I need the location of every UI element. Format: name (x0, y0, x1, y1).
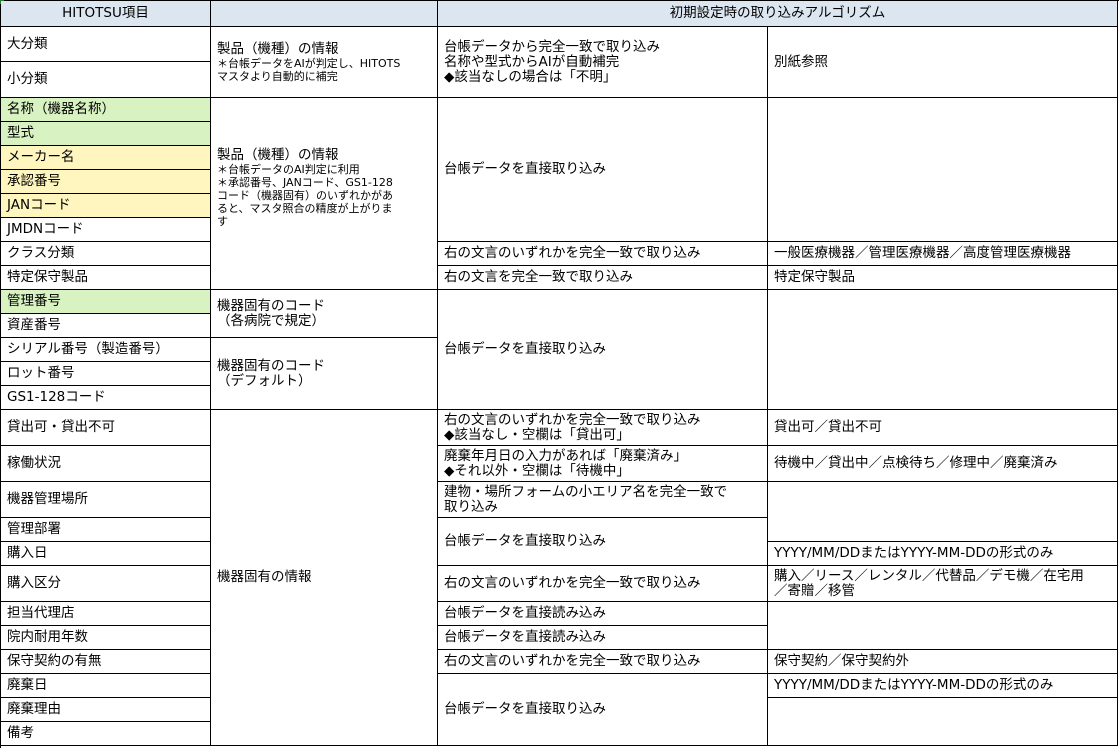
item-cell[interactable]: 承認番号 (1, 170, 211, 194)
item-cell[interactable]: 担当代理店 (1, 602, 211, 626)
algorithm-cell[interactable]: 右の文言のいずれかを完全一致で取り込み (438, 242, 768, 266)
algorithm-cell[interactable]: 右の文言のいずれかを完全一致で取り込み (438, 566, 768, 602)
algorithm-cell[interactable]: 台帳データを直接取り込み (438, 98, 768, 242)
description-cell[interactable]: 製品（機種）の情報 ＊台帳データをAIが判定し、HITOTS マスタより自動的に… (211, 27, 438, 98)
description-title: 製品（機種）の情報 (217, 40, 339, 57)
header-import-algorithm[interactable]: 初期設定時の取り込みアルゴリズム (438, 1, 1118, 27)
item-cell[interactable]: 管理部署 (1, 518, 211, 542)
algorithm-text: 名称や型式からAIが自動補完 (444, 53, 620, 70)
algorithm-text: ◆それ以外・空欄は「待機中」 (444, 462, 630, 479)
item-cell[interactable]: JANコード (1, 194, 211, 218)
description-text: 機器固有のコード (217, 357, 325, 374)
algorithm-cell[interactable]: 廃棄年月日の入力があれば「廃棄済み」 ◆それ以外・空欄は「待機中」 (438, 446, 768, 482)
description-text: 機器固有の情報 (217, 569, 312, 585)
spreadsheet-table: HITOTSU項目 初期設定時の取り込みアルゴリズム 大分類 小分類 名称（機器… (0, 0, 1119, 748)
item-cell[interactable]: JMDNコード (1, 218, 211, 242)
header-description[interactable] (211, 1, 438, 27)
description-note: ＊承認番号、JANコード、GS1-128 (217, 176, 393, 189)
item-cell[interactable]: メーカー名 (1, 146, 211, 170)
option-cell[interactable]: YYYY/MM/DDまたはYYYY-MM-DDの形式のみ (768, 542, 1118, 566)
header-hitotsu-item[interactable]: HITOTSU項目 (1, 1, 211, 27)
option-cell[interactable]: 購入／リース／レンタル／代替品／デモ機／在宅用 ／寄贈／移管 (768, 566, 1118, 602)
option-cell[interactable]: 一般医療機器／管理医療機器／高度管理医療機器 (768, 242, 1118, 266)
algorithm-cell[interactable]: 建物・場所フォームの小エリア名を完全一致で 取り込み (438, 482, 768, 518)
item-cell[interactable]: 大分類 (1, 27, 211, 62)
item-cell[interactable]: 機器管理場所 (1, 482, 211, 518)
algorithm-cell[interactable]: 台帳データから完全一致で取り込み 名称や型式からAIが自動補完 ◆該当なしの場合… (438, 27, 768, 98)
item-cell[interactable]: 購入日 (1, 542, 211, 566)
algorithm-text: ◆該当なしの場合は「不明」 (444, 68, 617, 85)
algorithm-cell[interactable]: 台帳データを直接取り込み (438, 518, 768, 566)
option-text: ／寄贈／移管 (774, 582, 855, 599)
algorithm-text: ◆該当なし・空欄は「貸出可」 (444, 426, 630, 443)
item-cell[interactable]: 廃棄理由 (1, 698, 211, 722)
item-cell[interactable]: 保守契約の有無 (1, 650, 211, 674)
algorithm-cell[interactable]: 台帳データを直接取り込み (438, 290, 768, 410)
description-text: （デフォルト） (217, 372, 312, 389)
description-text: （各病院で規定） (217, 312, 325, 329)
description-note: マスタより自動的に補完 (217, 69, 338, 83)
item-cell[interactable]: 小分類 (1, 62, 211, 98)
option-cell[interactable]: 別紙参照 (768, 27, 1118, 98)
option-cell[interactable] (768, 602, 1118, 650)
item-cell[interactable]: 院内耐用年数 (1, 626, 211, 650)
option-cell[interactable] (768, 698, 1118, 746)
algorithm-text: 取り込み (444, 498, 498, 515)
algorithm-cell[interactable]: 右の文言のいずれかを完全一致で取り込み (438, 650, 768, 674)
option-cell[interactable]: YYYY/MM/DDまたはYYYY-MM-DDの形式のみ (768, 674, 1118, 698)
description-note: ＊台帳データをAIが判定し、HITOTS (217, 56, 401, 70)
description-note: す (217, 215, 228, 228)
algorithm-text: 廃棄年月日の入力があれば「廃棄済み」 (444, 447, 687, 464)
algorithm-text: 台帳データから完全一致で取り込み (444, 38, 660, 55)
algorithm-cell[interactable]: 台帳データを直接読み込み (438, 626, 768, 650)
option-cell[interactable]: 保守契約／保守契約外 (768, 650, 1118, 674)
option-cell[interactable]: 待機中／貸出中／点検待ち／修理中／廃棄済み (768, 446, 1118, 482)
description-note: コード（機器固有）のいずれかがあ (217, 189, 393, 202)
description-note: ＊台帳データのAI判定に利用 (217, 163, 360, 176)
item-cell[interactable]: 特定保守製品 (1, 266, 211, 290)
item-cell[interactable]: GS1-128コード (1, 386, 211, 410)
option-text: 購入／リース／レンタル／代替品／デモ機／在宅用 (774, 567, 1084, 584)
algorithm-cell[interactable]: 右の文言のいずれかを完全一致で取り込み ◆該当なし・空欄は「貸出可」 (438, 410, 768, 446)
description-cell[interactable]: 機器固有のコード （各病院で規定） (211, 290, 438, 338)
algorithm-cell[interactable]: 右の文言を完全一致で取り込み (438, 266, 768, 290)
description-title: 製品（機種）の情報 (217, 147, 339, 163)
item-cell[interactable]: 名称（機器名称） (1, 98, 211, 122)
item-cell[interactable]: 備考 (1, 722, 211, 746)
algorithm-cell[interactable]: 台帳データを直接読み込み (438, 602, 768, 626)
item-cell[interactable]: 稼働状況 (1, 446, 211, 482)
item-cell[interactable]: 管理番号 (1, 290, 211, 314)
description-text: 機器固有のコード (217, 297, 325, 314)
option-cell[interactable]: 特定保守製品 (768, 266, 1118, 290)
description-cell[interactable]: 機器固有の情報 (211, 410, 438, 746)
item-cell[interactable]: 資産番号 (1, 314, 211, 338)
description-note: ると、マスタ照合の精度が上がりま (217, 202, 393, 215)
option-cell[interactable] (768, 482, 1118, 542)
description-cell[interactable]: 機器固有のコード （デフォルト） (211, 338, 438, 410)
item-cell[interactable]: 貸出可・貸出不可 (1, 410, 211, 446)
item-cell[interactable]: 型式 (1, 122, 211, 146)
algorithm-text: 建物・場所フォームの小エリア名を完全一致で (444, 483, 728, 500)
algorithm-cell[interactable]: 台帳データを直接取り込み (438, 674, 768, 746)
item-cell[interactable]: クラス分類 (1, 242, 211, 266)
option-cell[interactable] (768, 98, 1118, 242)
option-cell[interactable]: 貸出可／貸出不可 (768, 410, 1118, 446)
item-cell[interactable]: 購入区分 (1, 566, 211, 602)
option-cell[interactable] (768, 290, 1118, 410)
description-cell[interactable]: 製品（機種）の情報 ＊台帳データのAI判定に利用 ＊承認番号、JANコード、GS… (211, 98, 438, 290)
algorithm-text: 右の文言のいずれかを完全一致で取り込み (444, 411, 701, 428)
item-cell[interactable]: シリアル番号（製造番号） (1, 338, 211, 362)
item-cell[interactable]: ロット番号 (1, 362, 211, 386)
item-cell[interactable]: 廃棄日 (1, 674, 211, 698)
